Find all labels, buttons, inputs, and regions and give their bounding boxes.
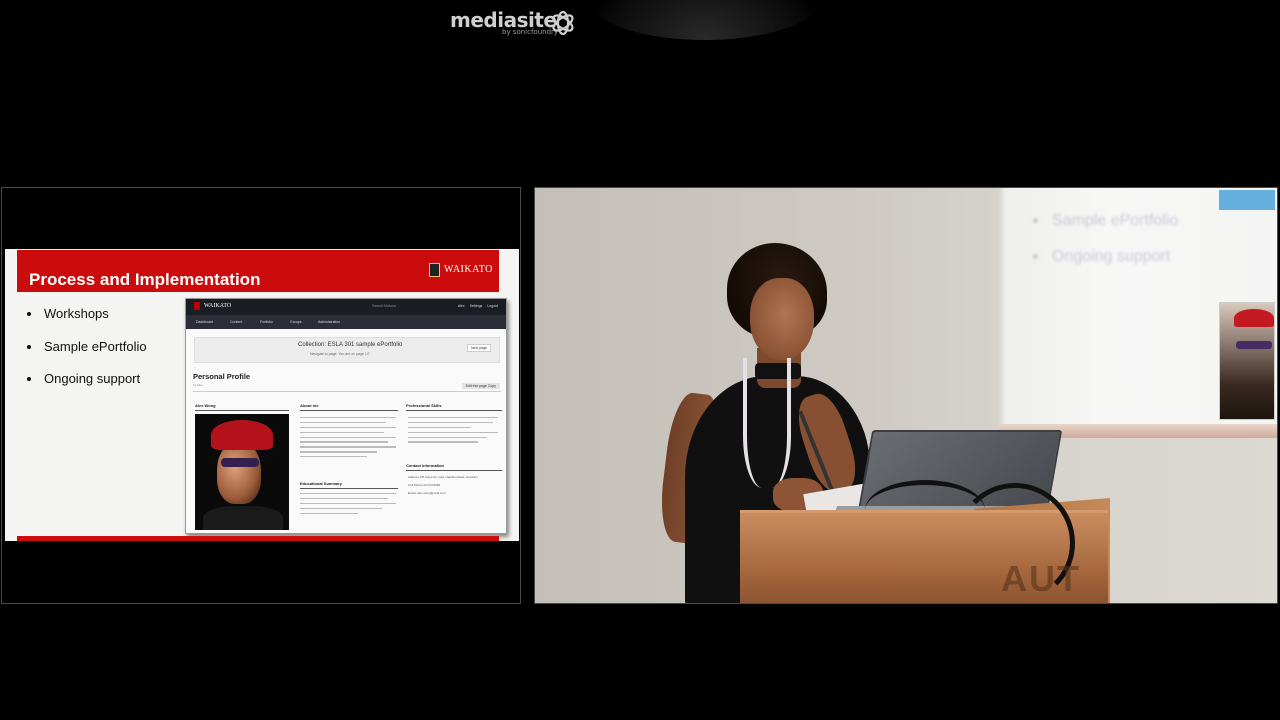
- lectern-logo-text: AUT: [1001, 558, 1081, 599]
- nav-item: Dashboard: [196, 320, 214, 324]
- eportfolio-brand: WAIKATO: [204, 303, 232, 309]
- collection-box: Collection: ESLA 301 sample ePortfolio N…: [194, 337, 500, 363]
- slide-footer-band: [17, 536, 499, 541]
- page-select: You are on page 1/7: [338, 352, 370, 356]
- top-links: Alex Settings Logout: [458, 304, 498, 308]
- slide-panel[interactable]: Process and Implementation WAIKATO Works…: [1, 187, 521, 604]
- logo-swoosh: [590, 0, 820, 40]
- photo-glasses: [1236, 341, 1272, 349]
- screen-edge: [999, 188, 1005, 438]
- waikato-logo-text: WAIKATO: [444, 264, 493, 275]
- screen-tab: [1219, 190, 1275, 210]
- bullet-text: Ongoing support: [44, 371, 141, 386]
- page-navigator: Navigate to page: You are on page 1/7: [310, 352, 370, 356]
- photo-cap: [1234, 309, 1274, 327]
- presenter-lanyard: [743, 358, 791, 488]
- page-heading: Personal Profile: [193, 372, 251, 381]
- page-byline: by Alex: [193, 383, 203, 387]
- projected-bullet: Ongoing support: [1033, 248, 1170, 266]
- projected-bullet-text: Sample ePortfolio: [1052, 212, 1179, 229]
- search-placeholder: Search Mahara: [372, 304, 396, 308]
- education-text-lines: [300, 493, 396, 517]
- crest-icon: [194, 302, 200, 310]
- projected-bullet: Sample ePortfolio: [1033, 212, 1178, 230]
- brand-knot-icon: [552, 10, 574, 36]
- photo-shirt: [203, 506, 283, 530]
- column-heading: Professional Skills: [406, 403, 502, 411]
- about-text-lines: [300, 417, 396, 461]
- bullet-text: Sample ePortfolio: [44, 339, 147, 354]
- bullet-dot-icon: [27, 311, 31, 316]
- slide-bullet: Sample ePortfolio: [27, 339, 147, 354]
- contact-line: Address 4/5 Cameron road, Hamilton East,…: [408, 475, 478, 479]
- mediasite-logo: mediasite by sonicfoundry: [440, 0, 820, 48]
- column-heading: Alex Wong: [195, 403, 289, 411]
- eportfolio-screenshot: WAIKATO Search Mahara Alex Settings Logo…: [185, 298, 507, 534]
- presenter-video[interactable]: Sample ePortfolio Ongoing support AUT: [534, 187, 1278, 604]
- nav-item: Administration: [318, 320, 341, 324]
- column-heading: Educational Summary: [300, 481, 398, 489]
- nav-item: Groups: [290, 320, 302, 324]
- slide-bullet: Ongoing support: [27, 371, 140, 386]
- contact-line: Cell Phone 0271234982: [408, 483, 441, 487]
- eportfolio-nav: Dashboard Content Portfolio Groups Admin…: [186, 315, 506, 329]
- waikato-logo: WAIKATO: [429, 262, 493, 280]
- user-link: Alex: [457, 304, 465, 308]
- eportfolio-topbar: WAIKATO Search Mahara Alex Settings Logo…: [186, 299, 506, 315]
- contact-line: Email: alex.wong@mail.com: [408, 491, 446, 495]
- presenter-face: [750, 278, 814, 360]
- crest-icon: [429, 263, 440, 277]
- settings-link: Settings: [469, 304, 483, 308]
- logout-link: Logout: [487, 304, 498, 308]
- photo-face: [217, 442, 261, 504]
- profile-photo: [195, 414, 289, 530]
- column-heading: About me: [300, 403, 398, 411]
- column-heading: Contact Information: [406, 463, 502, 471]
- photo-glasses: [221, 458, 259, 467]
- projection-screen: Sample ePortfolio Ongoing support: [999, 188, 1277, 438]
- player-stage: mediasite by sonicfoundry Process and Im…: [0, 0, 1280, 720]
- collection-title: Collection: ESLA 301 sample ePortfolio: [298, 342, 403, 348]
- slide-bullet: Workshops: [27, 306, 109, 321]
- nav-item: Portfolio: [260, 320, 273, 324]
- divider: [193, 391, 501, 392]
- bullet-dot-icon: [27, 376, 31, 381]
- slide-header-band: Process and Implementation WAIKATO: [17, 250, 499, 292]
- bullet-text: Workshops: [44, 306, 109, 321]
- next-page-button: Next page: [467, 344, 491, 352]
- nav-item: Content: [230, 320, 243, 324]
- presentation-slide: Process and Implementation WAIKATO Works…: [5, 249, 519, 541]
- skills-text-lines: [408, 417, 498, 446]
- projected-bullet-text: Ongoing support: [1052, 248, 1171, 265]
- navigate-label: Navigate to page:: [310, 352, 338, 356]
- slide-title: Process and Implementation: [29, 270, 261, 289]
- bullet-dot-icon: [27, 344, 31, 349]
- photo-cap: [211, 420, 273, 450]
- projected-photo: [1219, 302, 1275, 420]
- edit-buttons: Edit this page Copy: [461, 383, 500, 389]
